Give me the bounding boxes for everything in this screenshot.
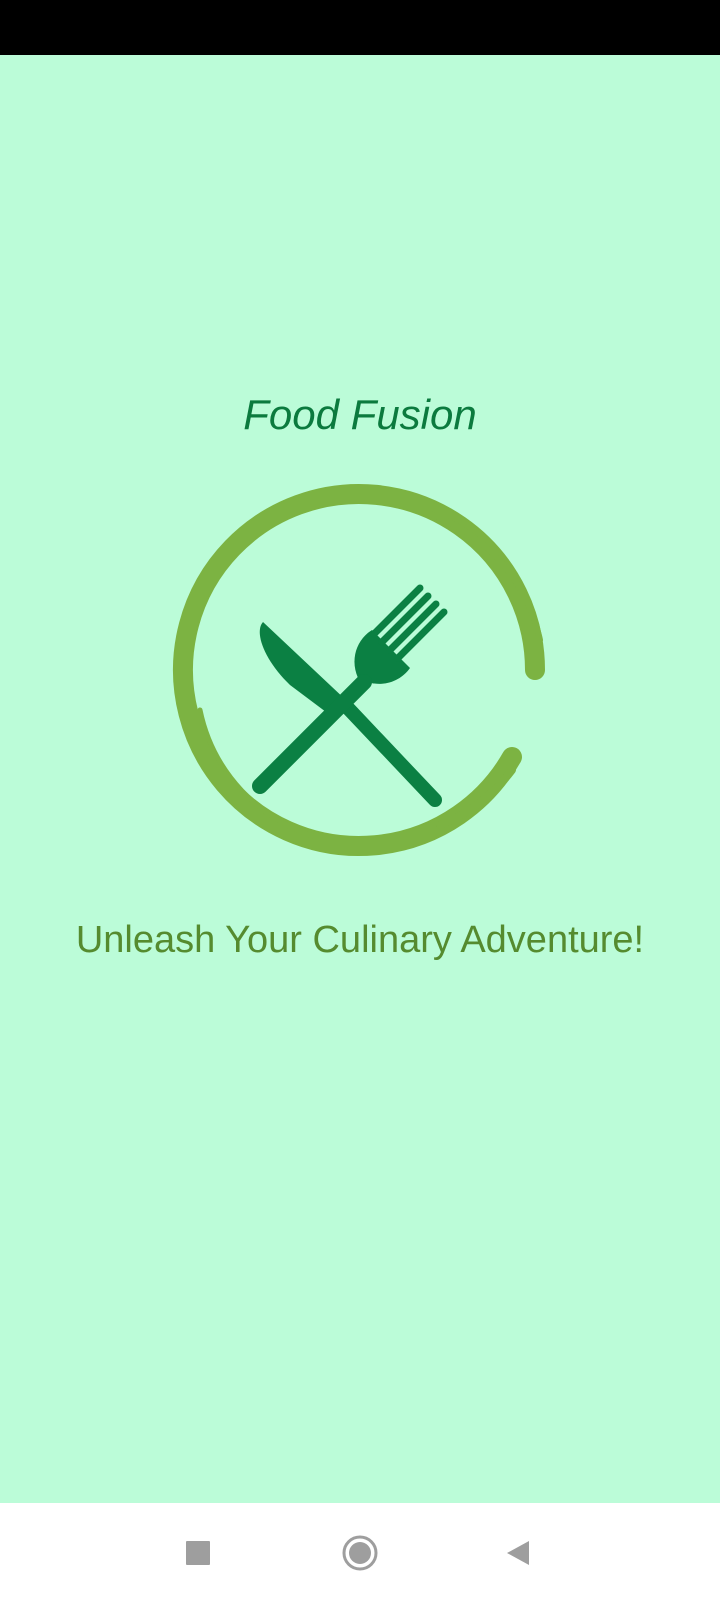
home-button[interactable]	[330, 1523, 390, 1583]
navigation-bar	[0, 1503, 720, 1600]
splash-screen: Food Fusion Unleash Your Culinary Advent…	[0, 55, 720, 1503]
recents-button[interactable]	[168, 1523, 228, 1583]
knife-fork	[252, 584, 448, 807]
triangle-back-icon	[507, 1541, 529, 1565]
app-title: Food Fusion	[243, 391, 477, 438]
screen: Food Fusion Unleash Your Culinary Advent…	[0, 0, 720, 1600]
status-bar	[0, 0, 720, 55]
square-recents-icon	[186, 1541, 210, 1565]
tagline: Unleash Your Culinary Adventure!	[75, 919, 645, 961]
knife-fork-plate-icon	[173, 484, 545, 856]
back-button[interactable]	[488, 1523, 548, 1583]
circle-home-icon	[342, 1535, 378, 1571]
logo	[160, 470, 560, 870]
